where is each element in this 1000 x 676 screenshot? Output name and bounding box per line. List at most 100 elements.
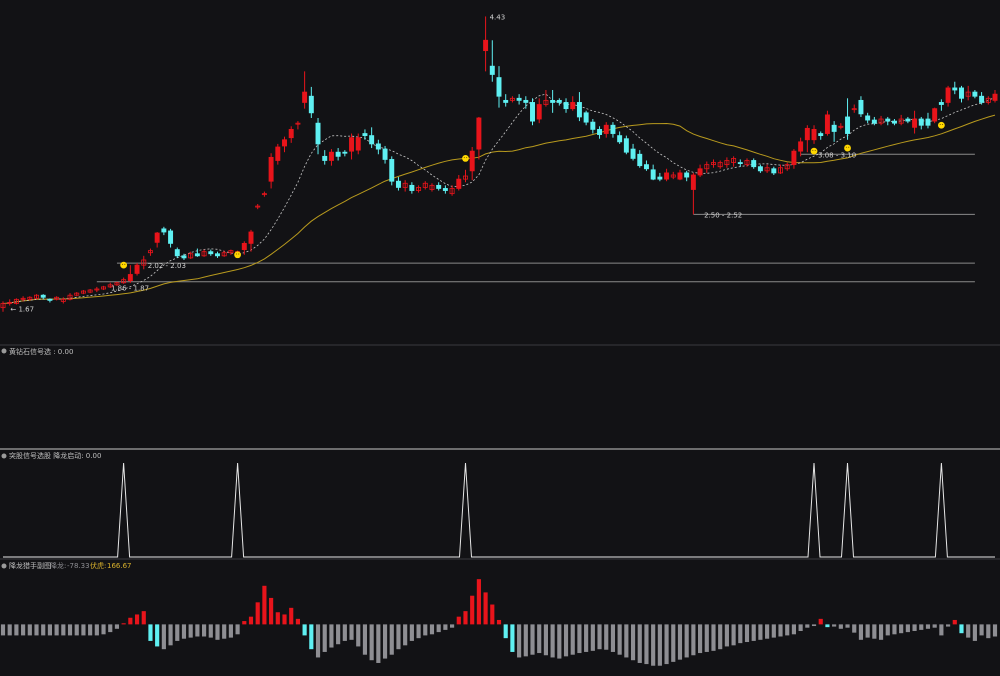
histogram-bar	[798, 624, 803, 631]
candle-body	[282, 139, 287, 147]
histogram-bar	[416, 624, 421, 639]
histogram-bar	[959, 624, 964, 634]
candle-body	[530, 102, 535, 122]
candle-body	[556, 99, 562, 103]
histogram-bar	[878, 624, 884, 640]
histogram-bar	[778, 624, 783, 637]
histogram-bar	[791, 624, 796, 635]
panel-3-title: 突股信号选股 降龙启动: 0.00	[9, 451, 101, 460]
histogram-bar	[490, 604, 495, 625]
histogram-bar	[517, 624, 522, 658]
histogram-bar	[369, 624, 374, 661]
candle-body	[737, 162, 743, 164]
candle-body	[127, 274, 133, 282]
candle-body	[241, 242, 247, 251]
candle-body	[871, 119, 877, 124]
candle-body	[570, 102, 576, 110]
buy-signal-eye	[238, 253, 240, 255]
histogram-bar	[832, 624, 837, 627]
histogram-bar	[195, 624, 200, 637]
candle-body	[362, 133, 368, 137]
histogram-bar	[610, 624, 616, 652]
histogram-bar	[302, 624, 307, 636]
histogram-bar	[54, 624, 59, 636]
buy-signal-eye	[466, 157, 468, 159]
panel-dot-icon[interactable]	[1, 453, 7, 459]
candle-body	[952, 87, 958, 91]
histogram-bar	[664, 624, 669, 665]
histogram-bar	[905, 624, 910, 633]
histogram-bar	[684, 624, 689, 658]
histogram-bar	[181, 624, 187, 639]
price-label: 3.08 - 3.10	[818, 151, 856, 159]
panel-dot-icon[interactable]	[1, 563, 7, 569]
candle-body	[47, 298, 53, 301]
histogram-bar	[604, 624, 609, 650]
panel-4-label-a: 降龙:	[50, 561, 66, 570]
candle-body	[174, 249, 180, 257]
histogram-bar	[121, 623, 126, 625]
histogram-bar	[295, 618, 300, 625]
histogram-bar	[630, 624, 636, 661]
candle-body	[885, 118, 891, 122]
candle-body	[664, 172, 670, 180]
histogram-bar	[952, 619, 957, 625]
candle-body	[369, 135, 375, 145]
histogram-bar	[892, 624, 897, 635]
panel-dot-icon[interactable]	[1, 348, 7, 354]
candle-body	[268, 156, 274, 182]
histogram-bar	[423, 624, 428, 636]
histogram-bar	[537, 624, 542, 654]
candle-body	[697, 168, 703, 176]
histogram-bar	[992, 624, 998, 637]
histogram-bar	[148, 624, 153, 641]
histogram-bar	[986, 624, 991, 639]
histogram-bar	[825, 624, 830, 628]
histogram-bar	[470, 595, 475, 625]
buy-signal-icon	[120, 261, 128, 269]
histogram-bar	[242, 621, 247, 625]
histogram-bar	[496, 619, 502, 625]
histogram-bar	[979, 624, 984, 636]
histogram-bar	[175, 624, 180, 641]
histogram-bar	[818, 618, 823, 625]
buy-signal-eye	[812, 149, 814, 151]
histogram-bar	[671, 624, 676, 662]
histogram-bar	[61, 624, 66, 636]
histogram-bar	[128, 617, 133, 625]
histogram-bar	[155, 624, 160, 647]
candle-body	[436, 184, 442, 189]
candle-body	[637, 153, 643, 167]
histogram-bar	[161, 624, 166, 650]
histogram-bar	[101, 624, 106, 635]
histogram-bar	[483, 592, 488, 625]
histogram-bar	[751, 624, 756, 641]
histogram-bar	[403, 624, 408, 646]
histogram-bar	[731, 624, 736, 646]
price-label: 1.86 - 1.87	[111, 285, 149, 293]
histogram-bar	[396, 624, 401, 650]
histogram-bar	[443, 624, 448, 630]
histogram-bar	[597, 624, 602, 650]
histogram-bar	[838, 624, 843, 629]
candle-body	[469, 150, 475, 172]
candle-body	[945, 87, 951, 103]
histogram-bar	[698, 624, 703, 654]
histogram-bar	[141, 611, 146, 625]
candle-body	[918, 118, 924, 126]
histogram-bar	[329, 624, 334, 648]
histogram-bar	[637, 624, 642, 663]
candle-body	[603, 124, 609, 134]
candle-body	[208, 251, 214, 255]
histogram-bar	[858, 624, 864, 640]
histogram-bar	[657, 624, 662, 666]
histogram-bar	[503, 624, 508, 639]
candle-body	[912, 118, 918, 128]
histogram-bar	[21, 624, 26, 636]
histogram-bar	[577, 624, 582, 654]
histogram-bar	[0, 624, 6, 636]
histogram-bar	[550, 624, 555, 658]
stock-chart: ← 1.67 2.02 - 2.03 1.86 - 1.87 4.43 2.50 - 2…	[0, 0, 1000, 676]
candle-body	[979, 95, 985, 103]
candle-body	[322, 155, 328, 161]
